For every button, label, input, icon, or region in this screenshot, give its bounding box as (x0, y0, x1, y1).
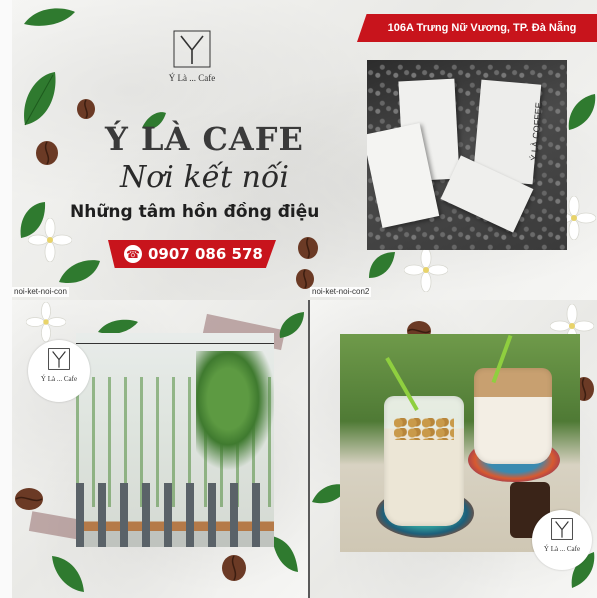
hero-slogan: Những tâm hồn đồng điệu (70, 202, 320, 222)
badge-logo-name: Ý Là ... Cafe (40, 375, 78, 383)
glass (474, 368, 552, 464)
address-text: 106A Trưng Nữ Vương, TP. Đà Nẵng (387, 22, 577, 34)
white-flower-icon (28, 218, 72, 262)
file-label-left: noi-ket-noi-con (12, 287, 69, 297)
badge-logo-name: Ý Là ... Cafe (543, 545, 581, 553)
white-flower-icon (404, 248, 448, 292)
garden-photo (76, 333, 274, 547)
leaf-icon (59, 260, 100, 284)
hero-title: Ý LÀ CAFE (105, 120, 304, 158)
phone-icon: ☎ (124, 245, 142, 263)
brand-badge: Ý Là ... Cafe (532, 510, 592, 570)
file-label-right: noi-ket-noi-con2 (310, 287, 372, 297)
leaf-icon (272, 536, 298, 572)
image-canvas: Ý Là ... Cafe Ý LÀ CAFE Nơi kết nối Nhữn… (0, 0, 597, 598)
string-lights (76, 343, 274, 374)
leaf-icon (369, 252, 395, 278)
leaf-icon (568, 94, 596, 130)
coffee-bean-icon (222, 555, 246, 581)
phone-banner[interactable]: ☎ 0907 086 578 (108, 240, 276, 268)
coffee-bags-photo: Ý LÀ COFFEE (367, 60, 567, 250)
logo-name: Ý Là ... Cafe (168, 73, 216, 83)
arrow-logo-icon (173, 30, 211, 68)
address-banner: 106A Trưng Nữ Vương, TP. Đà Nẵng (357, 14, 597, 42)
arrow-logo-icon (551, 518, 573, 540)
brand-badge: Ý Là ... Cafe (28, 340, 90, 402)
leaf-icon (279, 312, 304, 338)
crumble-topping (394, 418, 454, 440)
arrow-logo-icon (48, 348, 70, 370)
white-flower-icon (26, 302, 66, 342)
glass (384, 396, 464, 526)
bottom-left-panel: Ý Là ... Cafe (12, 300, 308, 598)
leaf-icon (24, 8, 75, 26)
hero-script-line: Nơi kết nối (120, 160, 289, 195)
bottom-right-panel: Ý Là ... Cafe (310, 300, 597, 598)
brand-logo: Ý Là ... Cafe (162, 30, 222, 83)
phone-number: 0907 086 578 (148, 245, 263, 263)
leaf-icon (24, 72, 56, 126)
leaf-icon (52, 556, 84, 592)
coffee-bean-icon (15, 488, 43, 510)
coffee-bean-icon (298, 237, 318, 259)
patio-furniture (76, 483, 274, 547)
top-panel: Ý Là ... Cafe Ý LÀ CAFE Nơi kết nối Nhữn… (12, 0, 597, 300)
coffee-bean-icon (36, 141, 58, 165)
coffee-bean-icon (77, 99, 95, 119)
